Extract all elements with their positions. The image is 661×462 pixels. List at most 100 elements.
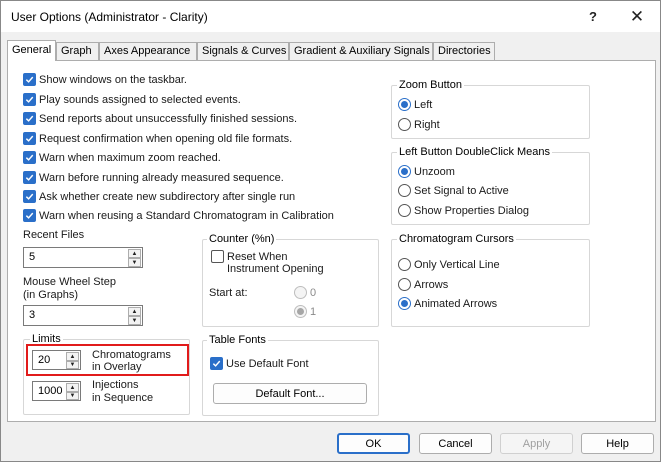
table-fonts-group — [202, 340, 379, 416]
checkbox-label: Play sounds assigned to selected events. — [39, 93, 241, 106]
recent-files-value: 5 — [29, 251, 36, 263]
radio-set-signal-active[interactable]: Set Signal to Active — [398, 184, 509, 197]
radio-label: Set Signal to Active — [414, 184, 509, 197]
mouse-wheel-sublabel: (in Graphs) — [23, 289, 79, 301]
mouse-wheel-spinner[interactable]: 3 ▲ ▼ — [23, 305, 143, 326]
injections-sequence-value: 1000 — [38, 385, 63, 397]
window-title: User Options (Administrator - Clarity) — [11, 10, 208, 24]
chromatogram-cursors-group-label: Chromatogram Cursors — [397, 233, 516, 245]
ok-button[interactable]: OK — [337, 433, 410, 454]
injections-label: Injections — [92, 379, 139, 391]
apply-button[interactable]: Apply — [500, 433, 573, 454]
check-show-taskbar[interactable]: Show windows on the taskbar. — [23, 73, 187, 86]
radio-start-0[interactable]: 0 — [294, 286, 316, 299]
radio-unselected-icon — [398, 258, 411, 271]
checkbox-checked-icon — [210, 357, 223, 370]
spin-up-icon[interactable]: ▲ — [128, 249, 141, 258]
recent-files-spinner[interactable]: 5 ▲ ▼ — [23, 247, 143, 268]
check-use-default-font[interactable]: Use Default Font — [210, 357, 309, 370]
help-button[interactable]: Help — [581, 433, 654, 454]
check-warn-reusing-standard[interactable]: Warn when reusing a Standard Chromatogra… — [23, 209, 334, 222]
check-warn-max-zoom[interactable]: Warn when maximum zoom reached. — [23, 151, 221, 164]
checkbox-label: Warn when maximum zoom reached. — [39, 151, 221, 164]
spin-down-icon[interactable]: ▼ — [66, 392, 79, 400]
check-warn-measured-sequence[interactable]: Warn before running already measured seq… — [23, 171, 284, 184]
tab-gradient-auxiliary[interactable]: Gradient & Auxiliary Signals — [289, 42, 433, 60]
spin-down-icon[interactable]: ▼ — [128, 258, 141, 267]
radio-label: Animated Arrows — [414, 297, 498, 310]
close-icon[interactable]: ✕ — [615, 1, 659, 32]
checkbox-unchecked-icon — [211, 250, 224, 263]
tab-signals-curves[interactable]: Signals & Curves — [197, 42, 289, 60]
title-bar: User Options (Administrator - Clarity) ?… — [1, 1, 660, 32]
start-at-label: Start at: — [209, 287, 248, 299]
check-send-reports[interactable]: Send reports about unsuccessfully finish… — [23, 112, 297, 125]
general-panel: Show windows on the taskbar. Play sounds… — [7, 60, 656, 422]
reset-when-label: Reset When — [227, 250, 288, 263]
default-font-button[interactable]: Default Font... — [213, 383, 367, 404]
checkbox-label: Warn when reusing a Standard Chromatogra… — [39, 209, 334, 222]
radio-selected-icon — [398, 165, 411, 178]
instrument-opening-label: Instrument Opening — [227, 263, 324, 275]
checkbox-label: Request confirmation when opening old fi… — [39, 132, 293, 145]
mouse-wheel-value: 3 — [29, 309, 36, 321]
radio-label: Show Properties Dialog — [414, 204, 529, 217]
spin-down-icon[interactable]: ▼ — [128, 316, 141, 325]
radio-label: 0 — [310, 286, 317, 299]
radio-zoom-right[interactable]: Right — [398, 118, 440, 131]
cancel-button[interactable]: Cancel — [419, 433, 492, 454]
help-icon[interactable]: ? — [571, 1, 615, 32]
zoom-button-group-label: Zoom Button — [397, 79, 464, 91]
radio-show-properties[interactable]: Show Properties Dialog — [398, 204, 529, 217]
table-fonts-group-label: Table Fonts — [207, 334, 268, 346]
checkbox-checked-icon — [23, 151, 36, 164]
radio-unzoom[interactable]: Unzoom — [398, 165, 455, 178]
radio-animated-arrows[interactable]: Animated Arrows — [398, 297, 497, 310]
radio-unselected-icon — [398, 278, 411, 291]
checkbox-checked-icon — [23, 171, 36, 184]
checkbox-checked-icon — [23, 93, 36, 106]
radio-arrows[interactable]: Arrows — [398, 278, 448, 291]
checkbox-checked-icon — [23, 209, 36, 222]
recent-files-label: Recent Files — [23, 229, 85, 241]
radio-unselected-icon — [398, 204, 411, 217]
radio-label: Only Vertical Line — [414, 258, 500, 271]
checkbox-label: Show windows on the taskbar. — [39, 73, 187, 86]
mouse-wheel-label: Mouse Wheel Step — [23, 276, 116, 288]
user-options-dialog: User Options (Administrator - Clarity) ?… — [0, 0, 661, 462]
checkbox-label: Send reports about unsuccessfully finish… — [39, 112, 298, 125]
counter-group-label: Counter (%n) — [207, 233, 277, 245]
radio-only-vertical-line[interactable]: Only Vertical Line — [398, 258, 500, 271]
tab-general[interactable]: General — [7, 40, 56, 61]
checkbox-label: Ask whether create new subdirectory afte… — [39, 190, 296, 203]
checkbox-checked-icon — [23, 190, 36, 203]
radio-unselected-icon — [398, 184, 411, 197]
radio-label: Arrows — [414, 278, 449, 291]
radio-selected-icon — [398, 98, 411, 111]
radio-label: 1 — [310, 305, 317, 318]
left-dblclick-group-label: Left Button DoubleClick Means — [397, 146, 553, 158]
check-reset-instrument-opening[interactable]: Reset When — [211, 250, 288, 263]
spin-up-icon[interactable]: ▲ — [66, 383, 79, 392]
radio-start-1[interactable]: 1 — [294, 305, 316, 318]
checkbox-checked-icon — [23, 132, 36, 145]
radio-label: Right — [414, 118, 440, 131]
check-request-confirmation[interactable]: Request confirmation when opening old fi… — [23, 132, 292, 145]
tab-directories[interactable]: Directories — [433, 42, 495, 60]
radio-selected-icon — [294, 305, 307, 318]
spin-up-icon[interactable]: ▲ — [128, 307, 141, 316]
tab-axes-appearance[interactable]: Axes Appearance — [99, 42, 197, 60]
highlight-box — [26, 344, 189, 376]
radio-label: Unzoom — [414, 165, 455, 178]
radio-label: Left — [414, 98, 433, 111]
check-ask-subdirectory[interactable]: Ask whether create new subdirectory afte… — [23, 190, 295, 203]
injections-sequence-spinner[interactable]: 1000 ▲ ▼ — [32, 381, 81, 401]
checkbox-label: Use Default Font — [226, 357, 309, 370]
radio-zoom-left[interactable]: Left — [398, 98, 432, 111]
tab-graph[interactable]: Graph — [56, 42, 99, 60]
checkbox-checked-icon — [23, 112, 36, 125]
checkbox-label: Warn before running already measured seq… — [39, 171, 284, 184]
check-play-sounds[interactable]: Play sounds assigned to selected events. — [23, 93, 241, 106]
checkbox-checked-icon — [23, 73, 36, 86]
radio-selected-icon — [398, 297, 411, 310]
